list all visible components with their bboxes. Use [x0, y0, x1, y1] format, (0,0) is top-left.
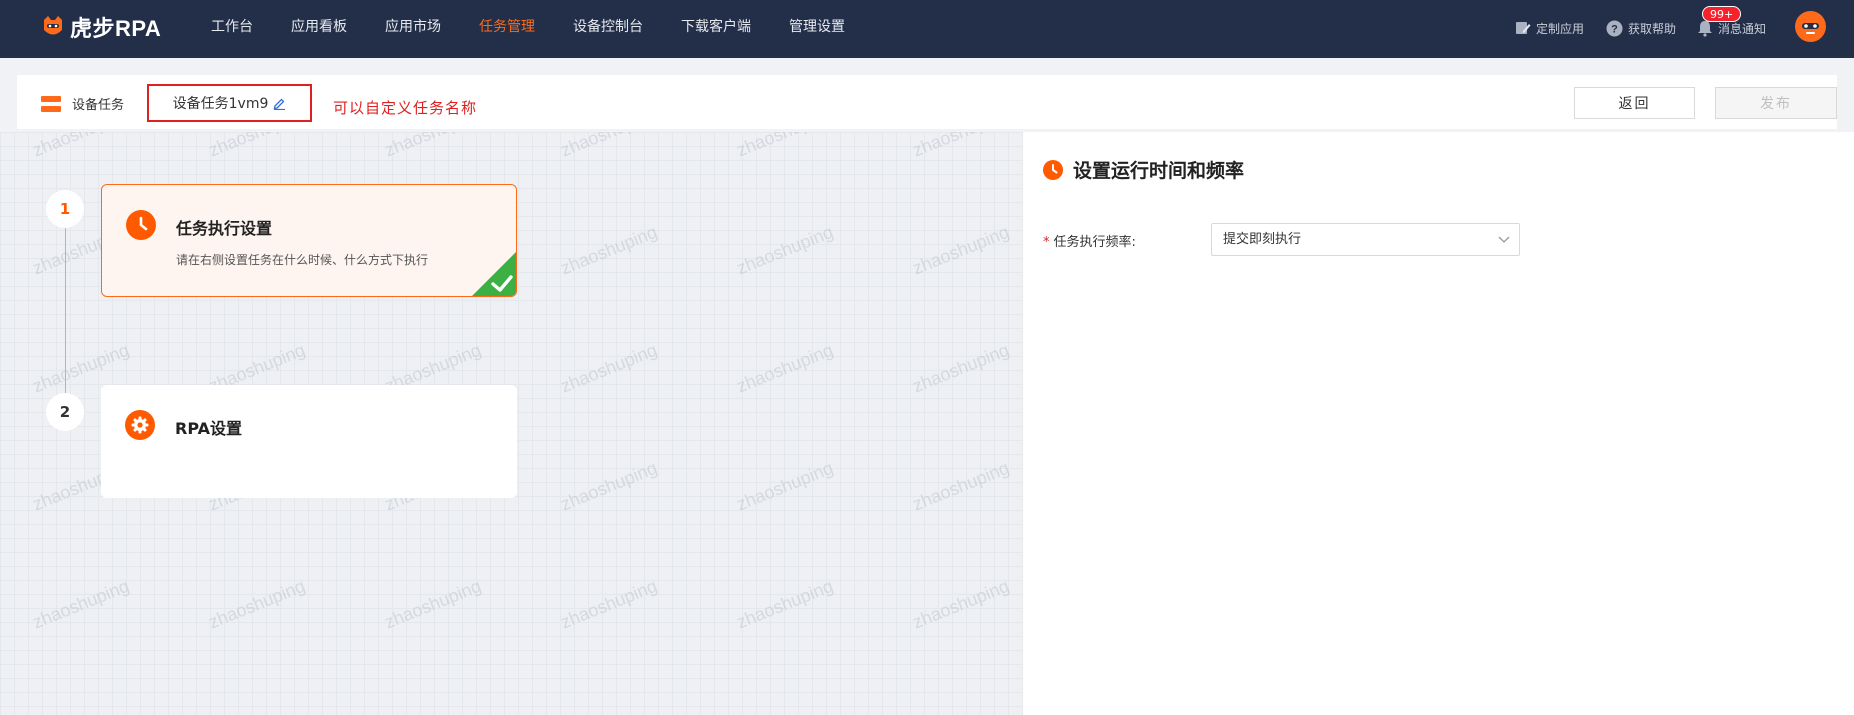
nav-item-admin-settings[interactable]: 管理设置 — [770, 0, 864, 58]
panel-title: 设置运行时间和频率 — [1043, 156, 1244, 183]
task-header-bar: 设备任务 设备任务1vm9 可以自定义任务名称 返回 发布 — [17, 75, 1837, 129]
task-name-text: 设备任务1vm9 — [172, 96, 269, 112]
required-asterisk: * — [1043, 235, 1050, 250]
app-logo[interactable]: 虎步RPA — [40, 12, 161, 42]
help-label: 获取帮助 — [1628, 21, 1677, 36]
chevron-down-icon — [1498, 236, 1510, 243]
watermark: zhaoshuping — [557, 221, 660, 279]
completed-check-icon — [472, 252, 516, 296]
custom-app-link[interactable]: 定制应用 — [1515, 18, 1584, 38]
nav-item-workbench[interactable]: 工作台 — [192, 0, 272, 58]
user-avatar[interactable] — [1795, 11, 1826, 42]
device-server-icon — [41, 95, 61, 112]
watermark: zhaoshuping — [557, 457, 660, 515]
step-number-1: 1 — [46, 190, 84, 228]
watermark: zhaoshuping — [733, 132, 836, 161]
watermark: zhaoshuping — [733, 339, 836, 397]
edit-doc-icon — [1516, 22, 1531, 34]
frequency-label: * 任务执行频率: — [1043, 231, 1136, 250]
watermark: zhaoshuping — [733, 575, 836, 633]
watermark: zhaoshuping — [733, 221, 836, 279]
avatar-mascot-icon — [1802, 23, 1819, 34]
annotation-note: 可以自定义任务名称 — [333, 101, 478, 117]
watermark: zhaoshuping — [557, 132, 660, 161]
frequency-select-value: 提交即刻执行 — [1223, 232, 1302, 247]
top-navbar: 虎步RPA 工作台 应用看板 应用市场 任务管理 设备控制台 下载客户端 管理设… — [0, 0, 1854, 58]
watermark: zhaoshuping — [909, 339, 1012, 397]
bell-icon — [1698, 20, 1712, 37]
frequency-label-text: 任务执行频率: — [1053, 235, 1136, 250]
publish-button[interactable]: 发布 — [1715, 87, 1837, 119]
nav-item-app-dashboard[interactable]: 应用看板 — [272, 0, 366, 58]
tiger-logo-icon — [40, 14, 66, 40]
nav-item-download-client[interactable]: 下载客户端 — [662, 0, 770, 58]
app-logo-text: 虎步RPA — [70, 16, 162, 41]
task-name-field[interactable]: 设备任务1vm9 — [147, 84, 312, 122]
step-card-description: 请在右侧设置任务在什么时候、什么方式下执行 — [176, 253, 429, 267]
clock-icon — [126, 210, 156, 240]
watermark: zhaoshuping — [557, 339, 660, 397]
breadcrumb-label: 设备任务 — [72, 98, 125, 113]
breadcrumb[interactable]: 设备任务 — [41, 94, 124, 113]
step-card-title: 任务执行设置 — [176, 219, 273, 238]
settings-panel: 设置运行时间和频率 * 任务执行频率: 提交即刻执行 — [1022, 132, 1854, 715]
watermark: zhaoshuping — [909, 132, 1012, 161]
watermark: zhaoshuping — [733, 457, 836, 515]
step-connector-line — [65, 207, 66, 397]
step-card-rpa-settings[interactable]: RPA设置 — [101, 385, 517, 498]
nav-item-app-market[interactable]: 应用市场 — [366, 0, 460, 58]
watermark: zhaoshuping — [205, 132, 308, 161]
step-number-2: 2 — [46, 393, 84, 431]
svg-text:?: ? — [1611, 23, 1618, 35]
gear-icon — [125, 410, 155, 440]
frequency-select[interactable]: 提交即刻执行 — [1211, 223, 1520, 256]
custom-app-label: 定制应用 — [1536, 21, 1585, 36]
watermark: zhaoshuping — [909, 457, 1012, 515]
pencil-icon[interactable] — [273, 97, 286, 110]
flow-canvas: zhaoshuping zhaoshuping zhaoshuping zhaoshu… — [0, 132, 1022, 715]
watermark: zhaoshuping — [909, 221, 1012, 279]
clock-icon — [1043, 159, 1063, 180]
panel-title-text: 设置运行时间和频率 — [1073, 160, 1245, 182]
watermark: zhaoshuping — [29, 575, 132, 633]
help-link[interactable]: ? 获取帮助 — [1606, 18, 1676, 38]
step-card-title: RPA设置 — [175, 419, 242, 438]
main-nav: 工作台 应用看板 应用市场 任务管理 设备控制台 下载客户端 管理设置 — [192, 0, 864, 58]
watermark: zhaoshuping — [205, 575, 308, 633]
nav-item-task-management[interactable]: 任务管理 — [460, 0, 554, 58]
watermark: zhaoshuping — [29, 132, 132, 161]
step-card-task-execution[interactable]: 任务执行设置 请在右侧设置任务在什么时候、什么方式下执行 — [101, 184, 517, 297]
notification-count-badge: 99+ — [1702, 6, 1742, 22]
nav-item-device-console[interactable]: 设备控制台 — [554, 0, 662, 58]
watermark: zhaoshuping — [909, 575, 1012, 633]
help-icon: ? — [1606, 20, 1623, 36]
watermark: zhaoshuping — [381, 132, 484, 161]
back-button[interactable]: 返回 — [1574, 87, 1695, 119]
watermark: zhaoshuping — [381, 575, 484, 633]
watermark: zhaoshuping — [557, 575, 660, 633]
